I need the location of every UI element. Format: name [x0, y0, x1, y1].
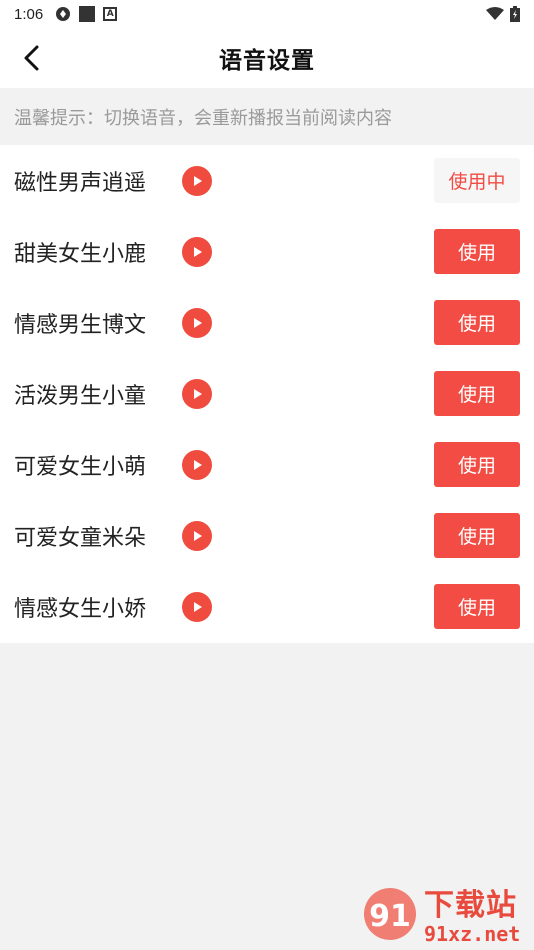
play-icon[interactable]: [182, 449, 212, 480]
sync-icon: [56, 7, 71, 21]
voice-name: 磁性男声逍遥: [14, 170, 147, 196]
voice-name: 情感女生小娇: [14, 596, 147, 622]
status-bar: 1:06 A: [0, 0, 534, 28]
voice-name: 可爱女童米朵: [14, 525, 147, 551]
play-icon[interactable]: [182, 236, 212, 267]
watermark-url: 91xz.net: [424, 922, 521, 946]
voice-item: 情感女生小娇 使用: [0, 571, 534, 642]
play-triangle-icon: [194, 317, 202, 328]
play-icon[interactable]: [182, 165, 212, 196]
header: 语音设置: [0, 28, 534, 88]
status-time: 1:06: [14, 5, 44, 23]
play-triangle-icon: [194, 175, 202, 186]
play-icon[interactable]: [182, 378, 212, 409]
voice-name: 可爱女生小萌: [14, 454, 147, 480]
notification-a-icon: A: [103, 7, 118, 21]
use-button[interactable]: 使用: [434, 229, 520, 274]
play-icon[interactable]: [182, 520, 212, 551]
watermark-logo-icon: 91: [364, 888, 416, 940]
play-icon[interactable]: [182, 591, 212, 622]
watermark-logo-text: 91: [369, 899, 411, 934]
play-triangle-icon: [194, 388, 202, 399]
in-use-button[interactable]: 使用中: [434, 158, 520, 203]
voice-name: 甜美女生小鹿: [14, 241, 147, 267]
play-triangle-icon: [194, 459, 202, 470]
status-right-icons: [486, 6, 520, 22]
play-triangle-icon: [194, 246, 202, 257]
battery-icon: [510, 6, 520, 22]
voice-item: 甜美女生小鹿 使用: [0, 216, 534, 287]
play-triangle-icon: [194, 530, 202, 541]
use-button[interactable]: 使用: [434, 371, 520, 416]
voice-name: 活泼男生小童: [14, 383, 147, 409]
wifi-icon: [486, 7, 504, 20]
use-button[interactable]: 使用: [434, 300, 520, 345]
voice-item: 活泼男生小童 使用: [0, 358, 534, 429]
use-button[interactable]: 使用: [434, 513, 520, 558]
use-button[interactable]: 使用: [434, 442, 520, 487]
watermark-text: 下载站 91xz.net: [424, 888, 521, 946]
status-left-icons: A: [55, 6, 118, 22]
tip-text: 温馨提示：切换语音，会重新播报当前阅读内容: [14, 107, 392, 129]
page-title: 语音设置: [219, 48, 315, 74]
voice-item: 情感男生博文 使用: [0, 287, 534, 358]
watermark: 91 下载站 91xz.net: [362, 884, 534, 950]
voice-item: 可爱女生小萌 使用: [0, 429, 534, 500]
voice-name: 情感男生博文: [14, 312, 147, 338]
voice-item: 可爱女童米朵 使用: [0, 500, 534, 571]
play-icon[interactable]: [182, 307, 212, 338]
voice-item: 磁性男声逍遥 使用中: [0, 145, 534, 216]
notification-square-icon: [79, 6, 96, 22]
watermark-logo: 91: [362, 884, 422, 950]
chevron-left-icon: [24, 45, 39, 71]
back-button[interactable]: [14, 40, 50, 76]
use-button[interactable]: 使用: [434, 584, 520, 629]
voice-list: 磁性男声逍遥 使用中 甜美女生小鹿 使用 情感男生博文 使用 活泼男生小童 使用…: [0, 145, 534, 643]
watermark-brand: 下载站: [424, 888, 517, 923]
tip-bar: 温馨提示：切换语音，会重新播报当前阅读内容: [0, 88, 534, 145]
play-triangle-icon: [194, 601, 202, 612]
